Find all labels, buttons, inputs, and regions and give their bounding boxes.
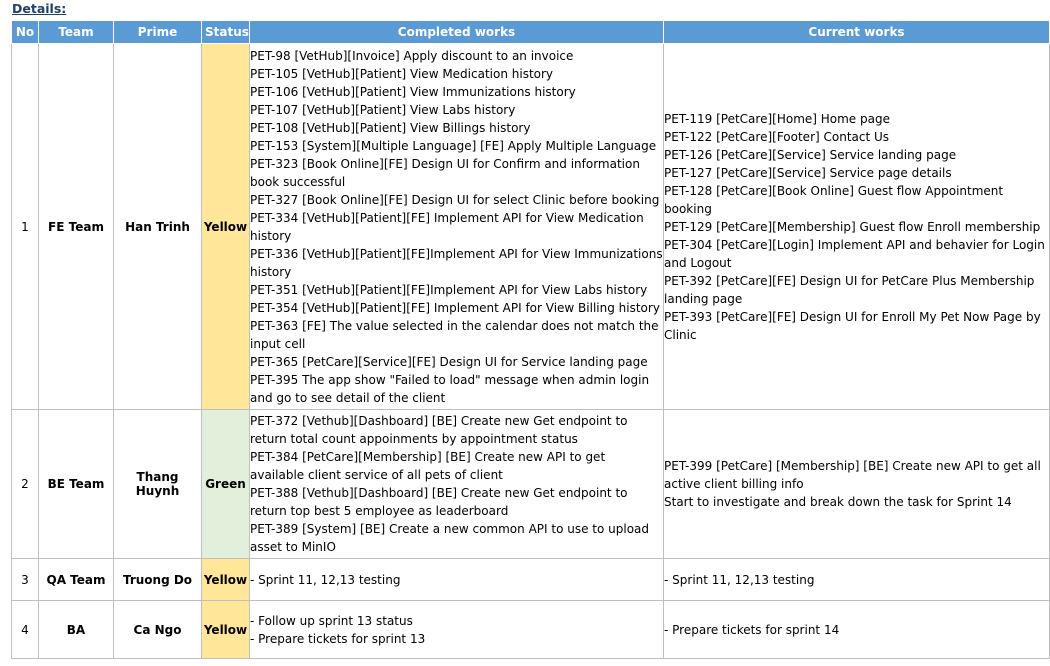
cell-team[interactable]: BE Team (38, 409, 114, 559)
cell-completed-works[interactable]: PET-98 [VetHub][Invoice] Apply discount … (249, 43, 664, 410)
completed-works-text: PET-372 [Vethub][Dashboard] [BE] Create … (250, 414, 650, 554)
cell-no[interactable]: 4 (11, 600, 39, 659)
column-header-status[interactable]: Status (201, 20, 250, 44)
details-table: No Team Prime Status Completed works Cur… (11, 20, 1050, 659)
cell-no[interactable]: 3 (11, 558, 39, 601)
cell-completed-works[interactable]: - Sprint 11, 12,13 testing (249, 558, 664, 601)
cell-status[interactable]: Yellow (201, 558, 250, 601)
completed-works-text: PET-98 [VetHub][Invoice] Apply discount … (250, 48, 663, 405)
completed-works-text: - Follow up sprint 13 status - Prepare t… (250, 613, 426, 646)
table-header-row: No Team Prime Status Completed works Cur… (11, 20, 1050, 44)
cell-no[interactable]: 2 (11, 409, 39, 559)
table-row: 4 BA Ca Ngo Yellow - Follow up sprint 13… (11, 600, 1050, 659)
cell-status[interactable]: Yellow (201, 43, 250, 410)
cell-status[interactable]: Yellow (201, 600, 250, 659)
cell-status[interactable]: Green (201, 409, 250, 559)
cell-prime[interactable]: Thang Huynh (113, 409, 202, 559)
cell-current-works[interactable]: PET-119 [PetCare][Home] Home page PET-12… (663, 43, 1050, 410)
table-row: 1 FE Team Han Trinh Yellow PET-98 [VetHu… (11, 43, 1050, 410)
column-header-prime[interactable]: Prime (113, 20, 202, 44)
current-works-text: PET-399 [PetCare] [Membership] [BE] Crea… (664, 459, 1041, 509)
cell-team[interactable]: BA (38, 600, 114, 659)
cell-prime[interactable]: Han Trinh (113, 43, 202, 410)
cell-current-works[interactable]: - Sprint 11, 12,13 testing (663, 558, 1050, 601)
column-header-completed-works[interactable]: Completed works (249, 20, 664, 44)
section-title: Details: (12, 1, 67, 16)
current-works-text: - Sprint 11, 12,13 testing (664, 572, 815, 587)
table-row: 2 BE Team Thang Huynh Green PET-372 [Vet… (11, 409, 1050, 559)
current-works-text: PET-119 [PetCare][Home] Home page PET-12… (664, 111, 1045, 342)
cell-completed-works[interactable]: PET-372 [Vethub][Dashboard] [BE] Create … (249, 409, 664, 559)
cell-current-works[interactable]: - Prepare tickets for sprint 14 (663, 600, 1050, 659)
column-header-no[interactable]: No (11, 20, 39, 44)
column-header-current-works[interactable]: Current works (663, 20, 1050, 44)
current-works-text: - Prepare tickets for sprint 14 (664, 622, 840, 637)
completed-works-text: - Sprint 11, 12,13 testing (250, 572, 401, 587)
cell-team[interactable]: FE Team (38, 43, 114, 410)
table-row: 3 QA Team Truong Do Yellow - Sprint 11, … (11, 558, 1050, 601)
cell-prime[interactable]: Truong Do (113, 558, 202, 601)
cell-no[interactable]: 1 (11, 43, 39, 410)
cell-completed-works[interactable]: - Follow up sprint 13 status - Prepare t… (249, 600, 664, 659)
cell-team[interactable]: QA Team (38, 558, 114, 601)
cell-current-works[interactable]: PET-399 [PetCare] [Membership] [BE] Crea… (663, 409, 1050, 559)
cell-prime[interactable]: Ca Ngo (113, 600, 202, 659)
column-header-team[interactable]: Team (38, 20, 114, 44)
